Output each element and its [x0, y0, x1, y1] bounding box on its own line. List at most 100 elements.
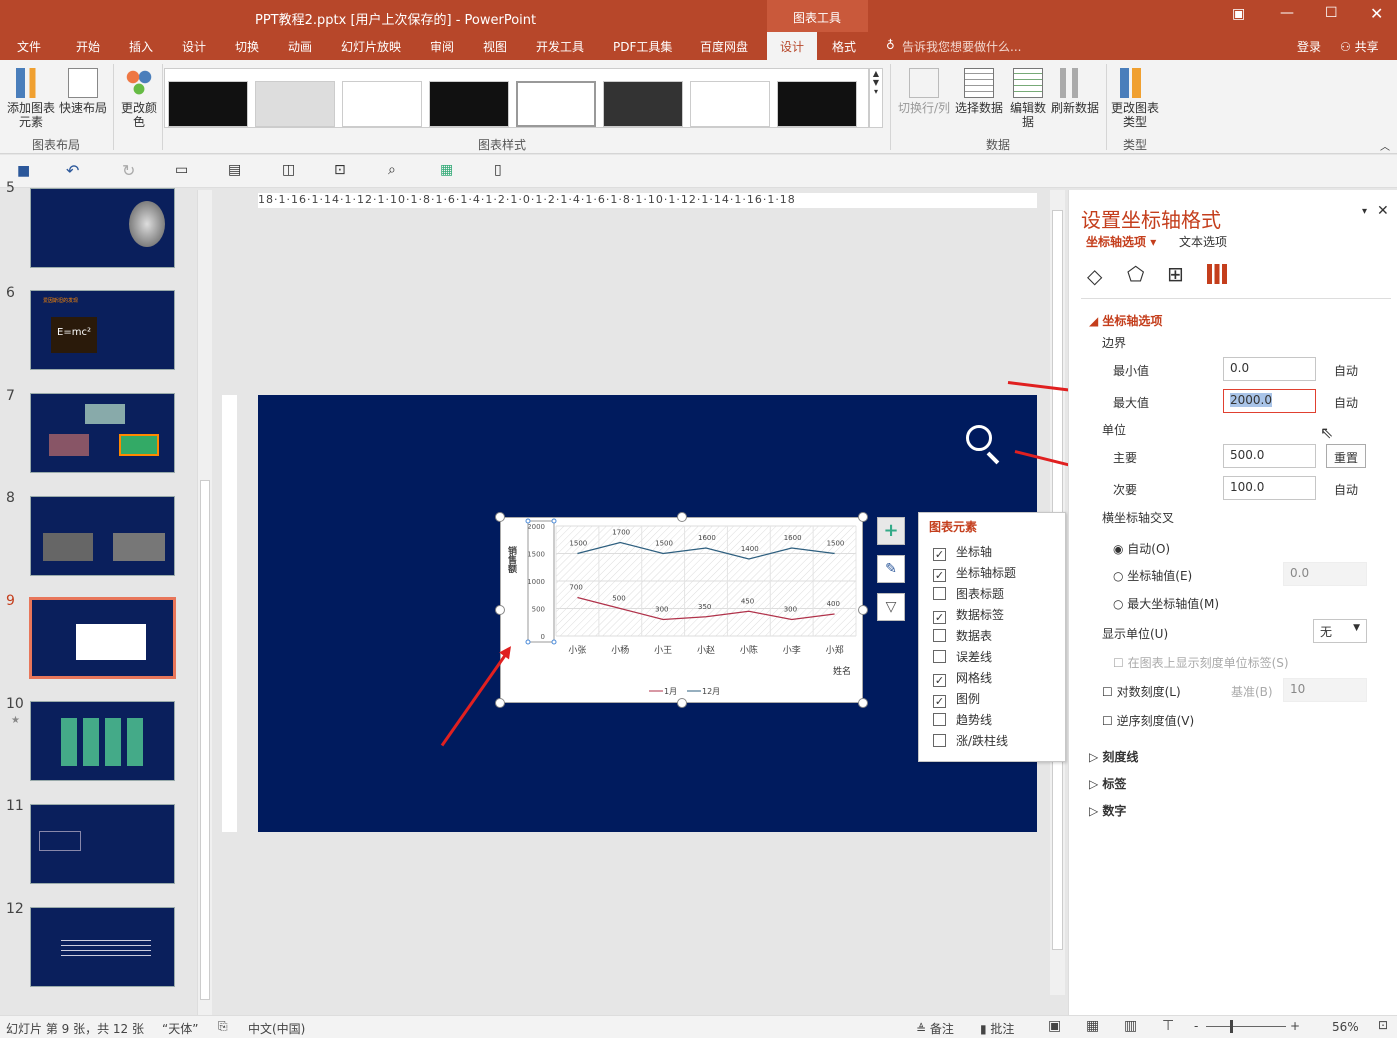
checkbox[interactable]: [933, 713, 946, 726]
chart-element-checkbox[interactable]: 趋势线: [933, 711, 992, 728]
zoom-slider-thumb[interactable]: [1230, 1020, 1233, 1033]
new-document-icon[interactable]: ▯: [494, 162, 502, 178]
pane-options-icon[interactable]: ▾: [1362, 206, 1367, 217]
slide-thumb-8[interactable]: [30, 496, 175, 576]
minor-auto-button[interactable]: 自动: [1334, 481, 1358, 498]
slide-thumb-12[interactable]: [30, 907, 175, 987]
present-icon[interactable]: ◫: [282, 162, 295, 178]
cross-max-radio[interactable]: ○ 最大坐标轴值(M): [1113, 595, 1219, 612]
comments-button[interactable]: ▮ 批注: [980, 1020, 1014, 1037]
x-axis-title[interactable]: 姓名: [833, 665, 851, 677]
tab-developer[interactable]: 开发工具: [536, 38, 584, 55]
chart-element-checkbox[interactable]: 图表标题: [933, 585, 1004, 602]
tab-text-options[interactable]: 文本选项: [1179, 233, 1227, 250]
gallery-scroll[interactable]: ▲ ▼ ▾: [869, 68, 883, 128]
slide-thumb-7[interactable]: [30, 393, 175, 473]
display-units-select[interactable]: 无 ▼: [1313, 619, 1367, 643]
refresh-data-button[interactable]: 刷新数据: [1049, 68, 1101, 115]
change-colors-button[interactable]: 更改颜色: [118, 68, 160, 129]
axis-selection-handle[interactable]: [525, 639, 531, 645]
axis-options-chart-icon[interactable]: [1207, 264, 1227, 284]
chart-style-6[interactable]: [603, 81, 683, 127]
max-auto-button[interactable]: 自动: [1334, 394, 1358, 411]
spellcheck-icon[interactable]: ▦: [440, 162, 453, 178]
tab-pdf[interactable]: PDF工具集: [613, 38, 672, 55]
switch-row-column-button[interactable]: 切换行/列: [896, 68, 952, 115]
tab-slideshow[interactable]: 幻灯片放映: [341, 38, 401, 55]
section-labels[interactable]: ▷ 标签: [1089, 775, 1126, 792]
section-number[interactable]: ▷ 数字: [1089, 802, 1126, 819]
chart-element-checkbox[interactable]: 误差线: [933, 648, 992, 665]
tab-transitions[interactable]: 切换: [235, 38, 259, 55]
max-bound-input[interactable]: 2000.0: [1223, 389, 1316, 413]
slide-thumb-10[interactable]: [30, 701, 175, 781]
min-auto-button[interactable]: 自动: [1334, 362, 1358, 379]
chart-style-7[interactable]: [690, 81, 770, 127]
checkbox[interactable]: [933, 629, 946, 642]
slide-thumb-6[interactable]: 爱因斯坦的发现 E=mc²: [30, 290, 175, 370]
tab-axis-options[interactable]: 坐标轴选项 ▾: [1086, 233, 1156, 250]
chart-filter-button[interactable]: ▽: [877, 593, 905, 621]
share-button[interactable]: ⚇ 共享: [1340, 38, 1379, 55]
slide-thumb-11[interactable]: [30, 804, 175, 884]
chart-style-8[interactable]: [777, 81, 857, 127]
chart-style-2[interactable]: [255, 81, 335, 127]
tab-home[interactable]: 开始: [76, 38, 100, 55]
checkbox[interactable]: ✓: [933, 674, 946, 687]
textbox-icon[interactable]: ▤: [228, 162, 241, 178]
tell-me-input[interactable]: 告诉我您想要做什么...: [902, 38, 1021, 55]
slideshow-icon[interactable]: ⊤: [1162, 1018, 1174, 1034]
legend-entry[interactable]: 1月: [664, 687, 677, 696]
redo-icon[interactable]: ↻: [122, 161, 135, 180]
reverse-order-checkbox[interactable]: ☐ 逆序刻度值(V): [1102, 712, 1194, 729]
resize-handle[interactable]: [495, 605, 505, 615]
chart-element-checkbox[interactable]: ✓ 网格线: [933, 669, 992, 687]
chart-style-1[interactable]: [168, 81, 248, 127]
minor-unit-input[interactable]: 100.0: [1223, 476, 1316, 500]
thumbnail-scrollbar[interactable]: [197, 190, 212, 1015]
axis-selection-handle[interactable]: [551, 518, 557, 524]
effects-pentagon-icon[interactable]: ⬠: [1127, 262, 1144, 286]
cross-auto-radio[interactable]: ◉ 自动(O): [1113, 540, 1170, 557]
tab-animations[interactable]: 动画: [288, 38, 312, 55]
zoom-in-button[interactable]: +: [1290, 1019, 1300, 1033]
major-reset-button[interactable]: 重置: [1326, 444, 1366, 468]
show-units-checkbox[interactable]: ☐ 在图表上显示刻度单位标签(S): [1113, 654, 1289, 671]
chart-styles-brush-button[interactable]: ✎: [877, 555, 905, 583]
checkbox[interactable]: ✓: [933, 569, 946, 582]
checkbox[interactable]: [933, 587, 946, 600]
size-properties-icon[interactable]: ⊞: [1167, 262, 1184, 286]
print-preview-icon[interactable]: ⌕: [388, 162, 396, 178]
reading-view-icon[interactable]: ▥: [1124, 1018, 1137, 1034]
tab-review[interactable]: 审阅: [430, 38, 454, 55]
legend-entry[interactable]: 12月: [702, 687, 720, 696]
signin-link[interactable]: 登录: [1297, 38, 1321, 55]
section-axis-options[interactable]: ◢ 坐标轴选项: [1089, 312, 1162, 329]
chart-element-checkbox[interactable]: ✓ 坐标轴标题: [933, 564, 1016, 582]
tab-file[interactable]: 文件: [17, 38, 41, 55]
collapse-ribbon-icon[interactable]: ︿: [1380, 138, 1390, 153]
resize-handle[interactable]: [495, 698, 505, 708]
slide-sorter-icon[interactable]: ▦: [1086, 1018, 1099, 1034]
zoom-slider[interactable]: [1206, 1020, 1286, 1033]
chart-style-4[interactable]: [429, 81, 509, 127]
min-bound-input[interactable]: 0.0: [1223, 357, 1316, 381]
resize-handle[interactable]: [677, 698, 687, 708]
fit-slide-icon[interactable]: ⊡: [1378, 1018, 1388, 1032]
log-base-input[interactable]: 10: [1283, 678, 1367, 702]
resize-handle[interactable]: [858, 698, 868, 708]
ribbon-display-icon[interactable]: ▣: [1232, 6, 1245, 22]
maximize-button[interactable]: ☐: [1325, 5, 1338, 21]
close-button[interactable]: ✕: [1370, 4, 1383, 23]
resize-handle[interactable]: [858, 605, 868, 615]
notes-button[interactable]: ≜ 备注: [916, 1020, 954, 1037]
axis-selection-handle[interactable]: [525, 518, 531, 524]
tab-design[interactable]: 设计: [182, 38, 206, 55]
resize-handle[interactable]: [858, 512, 868, 522]
tab-view[interactable]: 视图: [483, 38, 507, 55]
resize-handle[interactable]: [495, 512, 505, 522]
checkbox[interactable]: ✓: [933, 548, 946, 561]
chart-element-checkbox[interactable]: ✓ 坐标轴: [933, 543, 992, 561]
tab-chart-design[interactable]: 设计: [767, 32, 817, 60]
spellcheck-status-icon[interactable]: ⎘: [218, 1019, 228, 1034]
